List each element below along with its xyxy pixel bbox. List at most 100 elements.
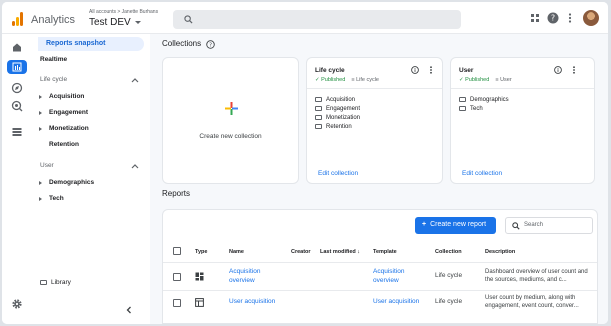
sidebar-item-realtime[interactable]: Realtime [40, 56, 67, 63]
search-placeholder: Search [524, 222, 544, 228]
app-name: Analytics [31, 14, 76, 26]
sidebar-item-tech[interactable]: Tech [39, 195, 64, 202]
column-header-name[interactable]: Name [229, 249, 244, 255]
collection-card-life-cycle[interactable]: Life cycle ✓ Published ≡ Life cycle Acqui… [306, 57, 443, 184]
column-header-description[interactable]: Description [485, 249, 515, 255]
edit-collection-link[interactable]: Edit collection [318, 170, 358, 177]
edit-collection-link[interactable]: Edit collection [462, 170, 502, 177]
info-icon[interactable] [411, 66, 419, 74]
info-icon[interactable] [554, 66, 562, 74]
add-icon: + [422, 221, 427, 228]
apps-grid-icon[interactable] [529, 12, 541, 24]
template-tag: ≡ User [495, 77, 512, 83]
search-bar[interactable] [173, 10, 461, 29]
reports-nav-button[interactable] [7, 60, 27, 74]
help-outline-icon[interactable]: ? [206, 40, 215, 49]
settings-gear-icon[interactable] [11, 298, 23, 310]
row-divider [163, 290, 597, 291]
collection-item: Monetization [315, 115, 360, 121]
library-label: Library [51, 279, 71, 286]
collection-item: Engagement [315, 106, 360, 112]
configure-icon[interactable] [11, 126, 23, 138]
sidebar-item-reports-snapshot[interactable]: Reports snapshot [38, 37, 144, 51]
dashboard-icon [195, 272, 204, 281]
search-icon [512, 222, 520, 230]
breadcrumb[interactable]: All accounts > Janette Burhans [89, 9, 158, 15]
home-icon[interactable] [11, 41, 23, 53]
top-bar: Analytics All accounts > Janette Burhans… [2, 2, 608, 34]
bar-chart-icon [12, 62, 22, 72]
template-tag: ≡ Life cycle [351, 77, 379, 83]
collection-item: Demographics [459, 97, 509, 103]
create-new-report-button[interactable]: + Create new report [415, 217, 496, 234]
advertising-icon[interactable] [11, 100, 23, 112]
report-template[interactable]: Acquisition overview [373, 268, 423, 285]
column-header-type[interactable]: Type [195, 249, 207, 255]
report-description: User count by medium, along with engagem… [485, 295, 579, 309]
column-header-creator[interactable]: Creator [291, 249, 311, 255]
more-vert-icon[interactable] [564, 12, 576, 24]
create-collection-label: Create new collection [199, 133, 262, 140]
reports-table: + Create new report Search Type Name Crea… [162, 209, 598, 324]
chevron-up-icon[interactable] [131, 163, 139, 169]
nav-rail [2, 34, 32, 324]
collection-item: Retention [315, 124, 352, 130]
add-icon [225, 102, 238, 115]
collection-title: Life cycle [315, 67, 345, 74]
analytics-logo[interactable] [12, 12, 24, 26]
property-name: Test DEV [89, 17, 131, 28]
help-icon[interactable]: ? [547, 12, 559, 24]
more-vert-icon[interactable] [572, 66, 576, 74]
row-checkbox[interactable] [173, 273, 181, 281]
folder-icon [315, 115, 322, 120]
collection-item: Tech [459, 106, 483, 112]
more-vert-icon[interactable] [429, 66, 433, 74]
card-divider [307, 88, 442, 89]
folder-icon [315, 106, 322, 111]
report-name-link[interactable]: Acquisition overview [229, 268, 287, 285]
folder-icon [459, 106, 466, 111]
column-header-last-modified[interactable]: Last modified ↓ [320, 249, 360, 255]
status-badge: ✓ Published ≡ Life cycle [315, 77, 379, 83]
chevron-left-icon[interactable] [125, 306, 133, 314]
collection-item: Acquisition [315, 97, 355, 103]
main-content: Collections ? Create new collection Life… [150, 34, 608, 324]
svg-text:?: ? [209, 43, 212, 49]
property-selector[interactable]: Test DEV [89, 17, 141, 28]
explore-icon[interactable] [11, 82, 23, 94]
reports-title: Reports [162, 189, 191, 198]
select-all-checkbox[interactable] [173, 247, 181, 255]
collection-card-user[interactable]: User ✓ Published ≡ User Demographics Tech… [450, 57, 595, 184]
row-checkbox[interactable] [173, 299, 181, 307]
column-header-template[interactable]: Template [373, 249, 397, 255]
sidebar-item-library[interactable]: Library [40, 279, 71, 286]
folder-icon [459, 97, 466, 102]
report-template[interactable]: User acquisition [373, 298, 419, 307]
report-collection: Life cycle [435, 272, 463, 279]
caret-down-icon [134, 20, 141, 24]
chevron-up-icon[interactable] [131, 77, 139, 83]
report-search-input[interactable]: Search [505, 217, 593, 234]
header-divider [163, 262, 597, 263]
sidebar-item-demographics[interactable]: Demographics [38, 179, 94, 186]
create-collection-card[interactable]: Create new collection [162, 57, 299, 184]
sidebar-group-user[interactable]: User [40, 162, 54, 169]
card-divider [451, 88, 594, 89]
sidebar-item-retention[interactable]: Retention [49, 141, 79, 148]
sidebar-group-life-cycle[interactable]: Life cycle [40, 76, 67, 83]
search-icon [184, 15, 193, 24]
collections-title: Collections [162, 39, 202, 48]
report-description: Dashboard overview of user count and the… [485, 269, 588, 283]
svg-text:?: ? [551, 14, 555, 23]
sidebar-item-monetization[interactable]: Monetization [39, 125, 89, 132]
folder-icon [40, 280, 47, 285]
folder-icon [315, 124, 322, 129]
sidebar-item-acquisition[interactable]: Acquisition [38, 93, 84, 100]
column-header-collection[interactable]: Collection [435, 249, 462, 255]
sidebar-item-engagement[interactable]: Engagement [38, 109, 88, 116]
status-badge: ✓ Published ≡ User [459, 77, 512, 83]
collection-title: User [459, 67, 474, 74]
report-name-link[interactable]: User acquisition [229, 298, 275, 307]
detail-report-icon [195, 298, 204, 307]
user-avatar[interactable] [583, 10, 599, 26]
